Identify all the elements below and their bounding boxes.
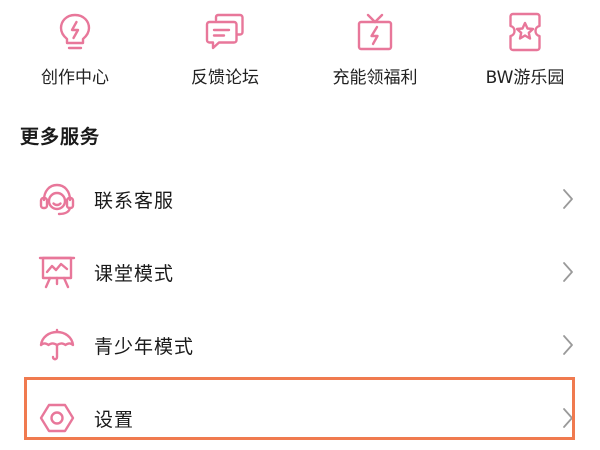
presentation-board-icon [38,253,76,291]
shortcut-label: 反馈论坛 [191,68,259,88]
service-row-teen-mode[interactable]: 青少年模式 [0,313,600,377]
shortcut-energy-rewards[interactable]: 充能领福利 [300,10,450,94]
umbrella-icon [38,326,76,364]
shortcut-label: BW游乐园 [485,68,565,88]
service-row-customer-service[interactable]: 联系客服 [0,167,600,231]
star-ticket-icon [503,10,547,54]
chat-bubbles-icon [203,10,247,54]
shortcut-feedback-forum[interactable]: 反馈论坛 [150,10,300,94]
service-label: 联系客服 [94,189,175,212]
service-label: 青少年模式 [94,335,195,358]
lightbulb-icon [53,10,97,54]
headset-icon [38,180,76,218]
chevron-right-icon [560,333,576,357]
chevron-right-icon [560,260,576,284]
chevron-right-icon [560,187,576,211]
shortcut-label: 创作中心 [41,68,109,88]
section-title-more-services: 更多服务 [20,126,101,148]
gift-bolt-icon [353,10,397,54]
mine-page: 创作中心 反馈论坛 充能领福利 BW游乐园 更多服务 联系客服 课堂模式 青少年… [0,0,600,450]
shortcut-grid: 创作中心 反馈论坛 充能领福利 BW游乐园 [0,0,600,100]
shortcut-bw-park[interactable]: BW游乐园 [450,10,600,94]
shortcut-label: 充能领福利 [332,68,418,88]
shortcut-creation-center[interactable]: 创作中心 [0,10,150,94]
settings-highlight-box [24,377,575,440]
service-row-classroom-mode[interactable]: 课堂模式 [0,240,600,304]
service-label: 课堂模式 [94,262,175,285]
